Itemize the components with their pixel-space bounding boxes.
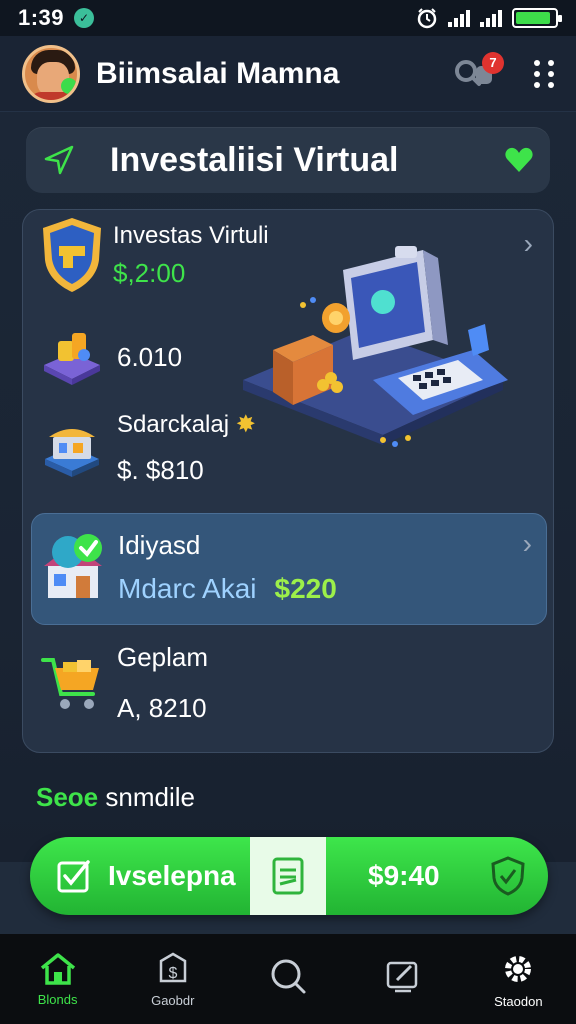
row-value: 6.010 bbox=[117, 341, 183, 372]
cell-signal-icon bbox=[480, 9, 502, 27]
page-title: Investaliisi Virtual bbox=[110, 140, 399, 179]
sparkle-icon: ✸ bbox=[235, 411, 256, 438]
nav-label: Gaobdr bbox=[151, 992, 195, 1008]
status-bar: 1:39 ✓ bbox=[0, 0, 576, 36]
nav-label: Blonds bbox=[37, 991, 78, 1007]
highlight-amount: $220 bbox=[274, 573, 337, 604]
edit-icon bbox=[386, 961, 418, 993]
chevron-right-icon[interactable]: › bbox=[524, 228, 533, 260]
app-header: Biimsalai Mamna 7 bbox=[0, 36, 576, 112]
settings-icon bbox=[505, 955, 532, 982]
list-item[interactable]: 6.010 bbox=[37, 322, 182, 392]
row-title: Investas Virtuli bbox=[113, 221, 269, 249]
row-value: $. $810 bbox=[117, 455, 204, 485]
investment-card: Investas Virtuli $,2:00 › 6.010 Sdarckal… bbox=[22, 209, 554, 753]
svg-text:$: $ bbox=[168, 965, 177, 982]
shield-icon bbox=[37, 218, 107, 292]
nav-label: Staodon bbox=[494, 993, 543, 1009]
invest-button[interactable]: Ivselepna $9:40 bbox=[30, 837, 548, 915]
row-title: Geplam bbox=[117, 642, 209, 672]
invest-button-label: Ivselepna bbox=[108, 860, 236, 891]
cart-icon bbox=[37, 648, 107, 718]
list-item[interactable]: Geplam A, 8210 bbox=[37, 642, 208, 724]
search-notifications-button[interactable]: 7 bbox=[452, 51, 508, 92]
wallet-icon: $ bbox=[159, 952, 187, 982]
row-value: $,2:00 bbox=[113, 257, 186, 288]
highlight-subtitle: Mdarc Akai bbox=[118, 573, 257, 604]
virtual-investment-illustration bbox=[243, 246, 508, 447]
highlighted-investment-item[interactable]: Idiyasd Mdarc Akai $220 › bbox=[31, 513, 547, 625]
checkbox-icon bbox=[57, 860, 90, 893]
store-check-icon bbox=[38, 528, 108, 613]
alarm-icon bbox=[417, 8, 437, 29]
status-indicators bbox=[416, 7, 562, 29]
highlight-text: Idiyasd Mdarc Akai $220 bbox=[118, 530, 337, 605]
summary-text: snmdile bbox=[105, 782, 195, 812]
nav-item-search[interactable] bbox=[238, 957, 338, 1001]
user-name: Biimsalai Mamna bbox=[96, 56, 340, 90]
search-icon bbox=[271, 959, 306, 994]
heart-icon[interactable] bbox=[504, 146, 534, 174]
nav-item-edit[interactable] bbox=[353, 958, 453, 1000]
battery-icon bbox=[512, 8, 562, 28]
list-item[interactable]: Sdarckalaj ✸ $. $810 bbox=[37, 410, 256, 486]
row-title: Sdarckalaj ✸ bbox=[117, 410, 256, 439]
receipt-icon bbox=[250, 837, 326, 915]
nav-item-home[interactable]: Blonds bbox=[8, 952, 108, 1007]
invest-amount: $9:40 bbox=[368, 860, 440, 891]
notification-badge: 7 bbox=[482, 51, 504, 74]
chevron-right-icon[interactable]: › bbox=[523, 528, 532, 560]
highlight-title: Idiyasd bbox=[118, 530, 201, 560]
status-time: 1:39 bbox=[18, 5, 65, 30]
nav-item-wallet[interactable]: $ Gaobdr bbox=[123, 951, 223, 1008]
nav-item-settings[interactable]: Staodon bbox=[468, 950, 568, 1009]
shield-check-icon bbox=[491, 856, 525, 896]
wifi-signal-icon bbox=[448, 9, 470, 27]
summary-green-text: Seoe bbox=[36, 782, 99, 812]
row-title-text: Sdarckalaj bbox=[117, 411, 230, 438]
summary-label: Seoe snmdile bbox=[36, 782, 195, 813]
more-menu-icon[interactable] bbox=[534, 59, 554, 88]
send-icon[interactable] bbox=[42, 143, 76, 177]
app-notification-icon: ✓ bbox=[74, 8, 95, 28]
avatar[interactable] bbox=[22, 44, 80, 103]
list-item[interactable]: Investas Virtuli $,2:00 bbox=[37, 218, 269, 292]
row-value: A, 8210 bbox=[117, 693, 207, 723]
coins-stack-icon bbox=[37, 322, 107, 392]
bottom-navigation: Blonds $ Gaobdr Staodon bbox=[0, 934, 576, 1024]
shop-icon bbox=[37, 413, 107, 483]
home-icon bbox=[40, 952, 75, 985]
header-actions: 7 bbox=[452, 51, 554, 92]
title-bar: Investaliisi Virtual bbox=[26, 127, 550, 193]
